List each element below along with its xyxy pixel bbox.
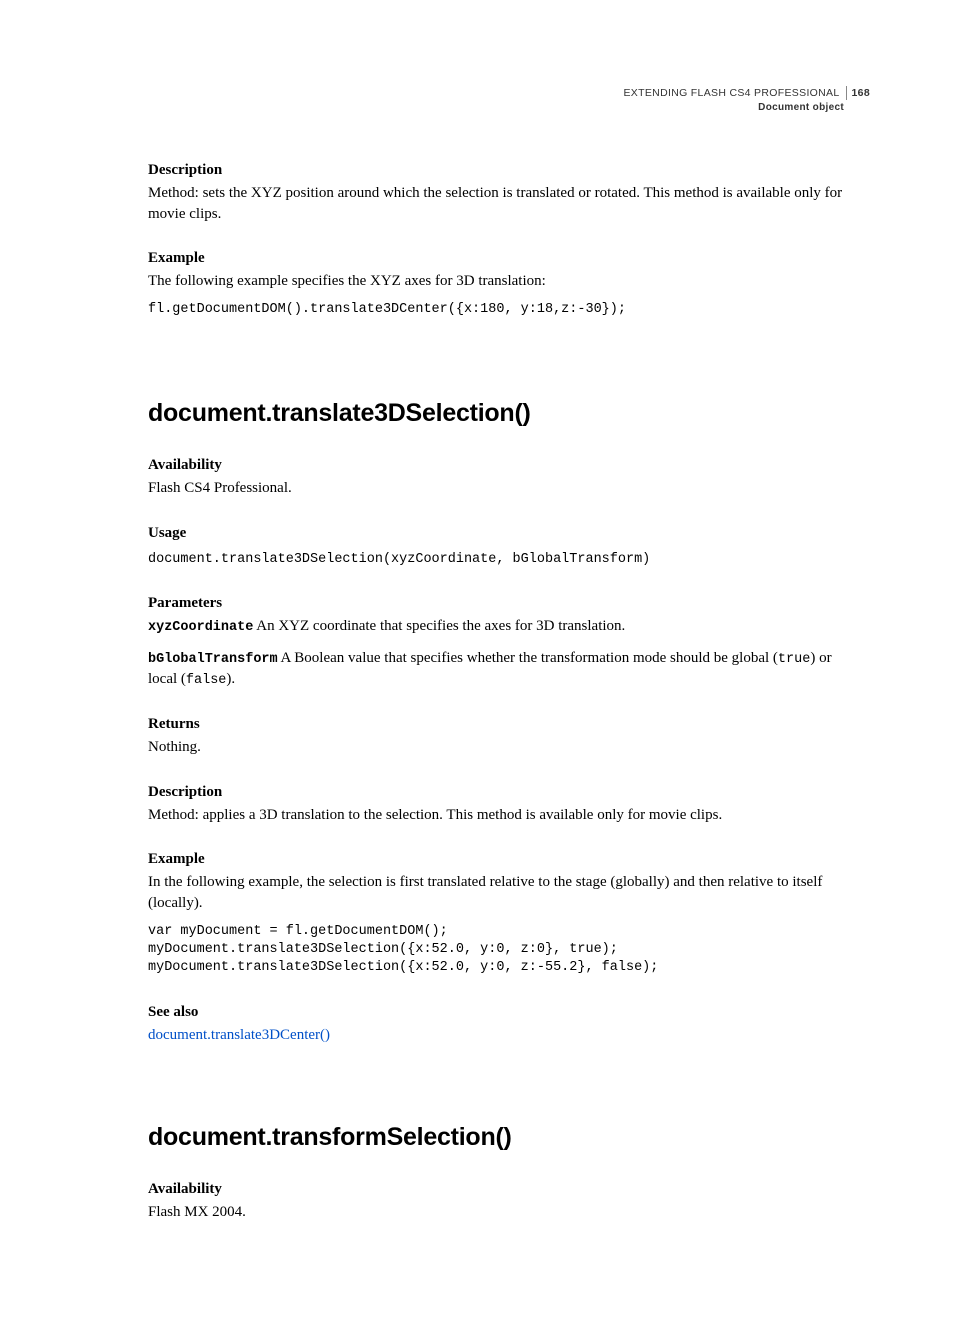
example-heading: Example <box>148 248 864 268</box>
parameter-xyzcoordinate: xyzCoordinate An XYZ coordinate that spe… <box>148 616 864 637</box>
running-header: EXTENDING FLASH CS4 PROFESSIONAL168 Docu… <box>623 86 870 115</box>
returns-text: Nothing. <box>148 737 864 757</box>
usage-heading: Usage <box>148 523 864 543</box>
usage-code: document.translate3DSelection(xyzCoordin… <box>148 551 864 569</box>
see-also-links: document.translate3DCenter() <box>148 1025 864 1045</box>
page: EXTENDING FLASH CS4 PROFESSIONAL168 Docu… <box>0 0 954 1322</box>
availability-heading: Availability <box>148 1179 864 1199</box>
parameter-bglobaltransform: bGlobalTransform A Boolean value that sp… <box>148 648 864 690</box>
code-true: true <box>778 652 810 667</box>
page-content: Description Method: sets the XYZ positio… <box>148 160 864 1222</box>
description-text: Method: sets the XYZ position around whi… <box>148 183 864 224</box>
example-heading: Example <box>148 849 864 869</box>
see-also-heading: See also <box>148 1002 864 1022</box>
param-name-bglobaltransform: bGlobalTransform <box>148 652 278 667</box>
description-text: Method: applies a 3D translation to the … <box>148 805 864 825</box>
api-heading-transformselection: document.transformSelection() <box>148 1121 864 1155</box>
example-intro: In the following example, the selection … <box>148 872 864 913</box>
availability-heading: Availability <box>148 455 864 475</box>
param-name-xyzcoordinate: xyzCoordinate <box>148 620 253 635</box>
returns-heading: Returns <box>148 714 864 734</box>
example-intro: The following example specifies the XYZ … <box>148 271 864 291</box>
header-section: Document object <box>623 101 870 115</box>
api-heading-translate3dselection: document.translate3DSelection() <box>148 397 864 431</box>
code-block: fl.getDocumentDOM().translate3DCenter({x… <box>148 301 864 319</box>
xref-translate3dcenter[interactable]: document.translate3DCenter() <box>148 1027 330 1043</box>
parameters-heading: Parameters <box>148 593 864 613</box>
param-desc-xyzcoordinate: An XYZ coordinate that specifies the axe… <box>253 618 625 634</box>
code-false: false <box>186 673 227 688</box>
header-page-number: 168 <box>847 87 870 99</box>
header-doc-title: EXTENDING FLASH CS4 PROFESSIONAL <box>623 86 846 100</box>
availability-text: Flash CS4 Professional. <box>148 478 864 498</box>
availability-text: Flash MX 2004. <box>148 1202 864 1222</box>
description-heading: Description <box>148 782 864 802</box>
description-heading: Description <box>148 160 864 180</box>
code-block: var myDocument = fl.getDocumentDOM(); my… <box>148 923 864 978</box>
